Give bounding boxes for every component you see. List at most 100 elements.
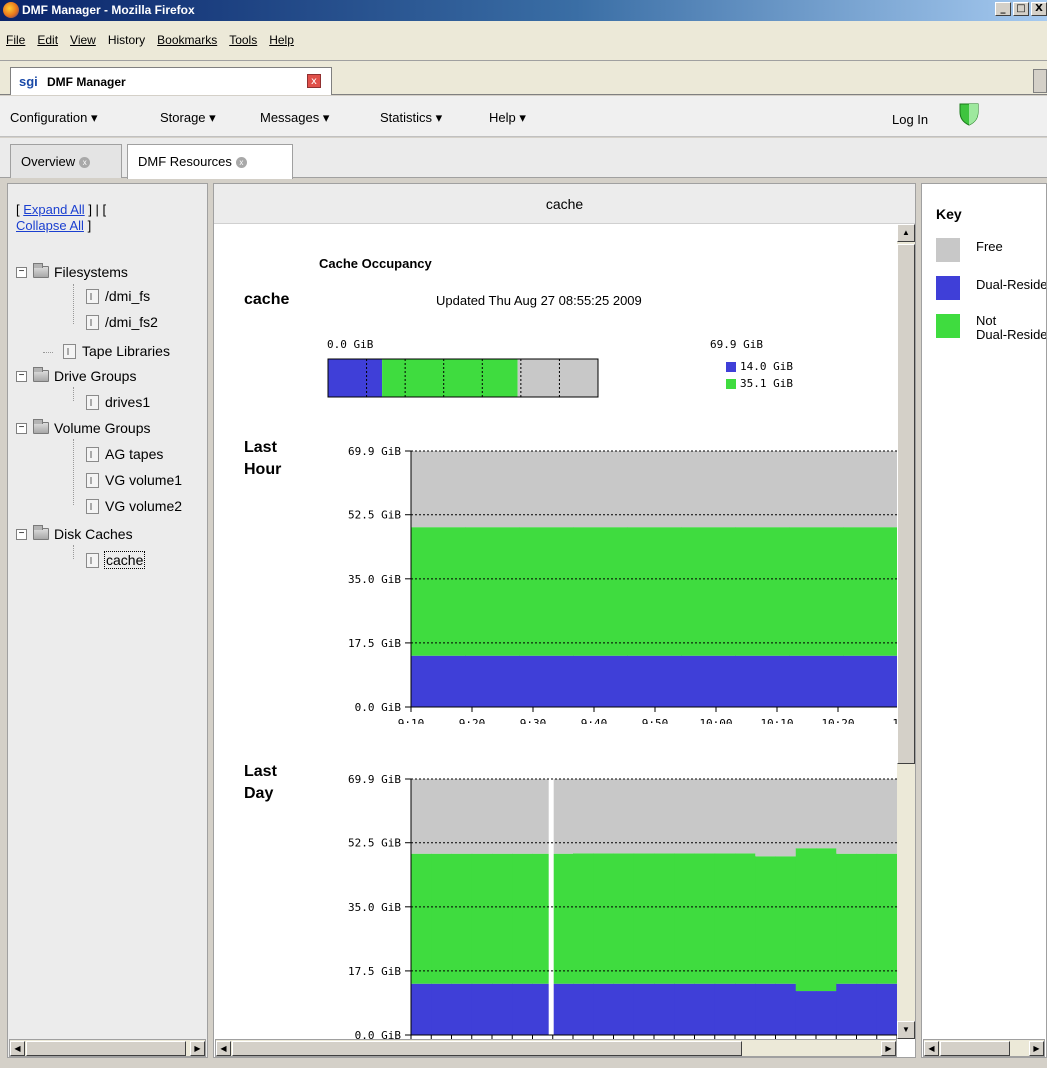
scroll-right-icon[interactable]: ▶ <box>881 1041 896 1056</box>
area-not-dual-resident <box>573 527 628 656</box>
menu-view[interactable]: View <box>70 33 96 47</box>
area-dual-resident <box>552 983 574 1035</box>
tree-item-filesystems[interactable]: − Filesystems <box>16 262 128 282</box>
scroll-right-icon[interactable]: ▶ <box>190 1041 205 1056</box>
expand-all-link[interactable]: Expand All <box>23 202 84 217</box>
folder-icon <box>33 525 49 540</box>
tree-label: VG volume1 <box>105 472 183 488</box>
tab-dmf-resources[interactable]: DMF Resources x <box>127 144 293 179</box>
close-tab-icon[interactable]: x <box>307 74 321 88</box>
window-controls: _ □ X <box>995 2 1047 16</box>
area-not-dual-resident <box>627 527 682 656</box>
area-dual-resident <box>795 991 817 1035</box>
y-tick-label: 0.0 GiB <box>355 1029 402 1039</box>
legend-panel: Key Free Dual-Resident Not Dual-Resident… <box>921 183 1047 1058</box>
occupancy-segment-free <box>517 359 598 397</box>
area-free <box>654 779 675 854</box>
folder-icon <box>33 419 49 434</box>
area-free <box>519 451 574 528</box>
menu-statistics[interactable]: Statistics ▾ <box>380 110 442 126</box>
area-dual-resident <box>431 983 452 1035</box>
tree-item-drive-groups[interactable]: − Drive Groups <box>16 366 136 386</box>
scrollbar-thumb[interactable] <box>897 244 915 764</box>
tree-item-dmi-fs[interactable]: /dmi_fs <box>86 286 150 306</box>
area-not-dual-resident <box>411 853 432 984</box>
area-dual-resident <box>843 655 897 707</box>
close-tab-overview-icon[interactable]: x <box>79 157 91 168</box>
menu-tools[interactable]: Tools <box>229 33 257 47</box>
close-tab-dmf-resources-icon[interactable]: x <box>235 157 247 168</box>
area-free <box>816 779 837 849</box>
browser-menubar: File Edit View History Bookmarks Tools H… <box>0 29 1047 51</box>
area-dual-resident <box>512 983 533 1035</box>
document-icon <box>86 498 99 514</box>
collapse-toggle-icon[interactable]: − <box>16 422 27 434</box>
browser-tab[interactable]: sgi DMF Manager x <box>10 67 332 95</box>
menu-messages[interactable]: Messages ▾ <box>260 110 329 126</box>
tree-item-vg-volume2[interactable]: VG volume2 <box>86 496 182 516</box>
y-tick-label: 35.0 GiB <box>348 901 401 914</box>
area-dual-resident <box>471 983 493 1035</box>
scroll-up-icon[interactable]: ▲ <box>897 224 915 242</box>
key-item-free: Free <box>936 238 1003 262</box>
tree-item-cache[interactable]: cache <box>86 550 146 570</box>
center-vertical-scrollbar[interactable]: ▲ ▼ <box>897 224 915 1039</box>
last-hour-title: Last Hour <box>244 439 282 478</box>
scroll-left-icon[interactable]: ◀ <box>216 1041 231 1056</box>
scrollbar-thumb[interactable] <box>26 1041 186 1056</box>
x-tick-label: 10:20 <box>821 717 854 724</box>
scroll-down-icon[interactable]: ▼ <box>897 1021 915 1039</box>
area-free <box>714 779 736 854</box>
tree-item-dmi-fs2[interactable]: /dmi_fs2 <box>86 312 158 332</box>
tree-item-vg-volume1[interactable]: VG volume1 <box>86 470 182 490</box>
menu-help[interactable]: Help <box>269 33 294 47</box>
tree-item-volume-groups[interactable]: − Volume Groups <box>16 418 151 438</box>
maximize-button[interactable]: □ <box>1013 2 1029 16</box>
area-free <box>775 779 797 857</box>
menu-history[interactable]: History <box>108 33 145 47</box>
area-dual-resident <box>613 983 635 1035</box>
minimize-button[interactable]: _ <box>995 2 1011 16</box>
scroll-left-icon[interactable]: ◀ <box>10 1041 25 1056</box>
collapse-toggle-icon[interactable]: − <box>16 528 27 540</box>
bracket-close: ] <box>87 218 92 233</box>
area-free <box>755 779 776 857</box>
key-title: Key <box>936 206 962 222</box>
area-not-dual-resident <box>714 853 736 984</box>
tree-item-tape-libraries[interactable]: Tape Libraries <box>63 341 170 361</box>
tree-item-ag-tapes[interactable]: AG tapes <box>86 444 163 464</box>
menu-file[interactable]: File <box>6 33 25 47</box>
menu-edit[interactable]: Edit <box>37 33 58 47</box>
tab-overview[interactable]: Overview x <box>10 144 122 178</box>
folder-icon <box>33 367 49 382</box>
x-tick-label: 10:00 <box>699 717 732 724</box>
area-free <box>633 779 655 854</box>
collapse-toggle-icon[interactable]: − <box>16 370 27 382</box>
menu-configuration[interactable]: Configuration ▾ <box>10 110 97 126</box>
scroll-left-icon[interactable]: ◀ <box>924 1041 939 1056</box>
collapse-all-link[interactable]: Collapse All <box>16 218 84 233</box>
document-icon <box>86 314 99 330</box>
tree-item-disk-caches[interactable]: − Disk Caches <box>16 524 133 544</box>
tree-item-drives1[interactable]: drives1 <box>86 392 150 412</box>
close-window-button[interactable]: X <box>1031 2 1047 16</box>
scroll-right-icon[interactable]: ▶ <box>1029 1041 1044 1056</box>
scrollbar-thumb[interactable] <box>232 1041 742 1056</box>
area-dual-resident <box>492 983 513 1035</box>
menu-bookmarks[interactable]: Bookmarks <box>157 33 217 47</box>
login-link[interactable]: Log In <box>892 112 928 127</box>
area-not-dual-resident <box>552 853 574 984</box>
tree-horizontal-scrollbar[interactable]: ◀ ▶ <box>9 1039 206 1057</box>
menu-app-help[interactable]: Help ▾ <box>489 110 526 126</box>
menu-storage[interactable]: Storage ▾ <box>160 110 216 126</box>
area-not-dual-resident <box>654 853 675 984</box>
legend-horizontal-scrollbar[interactable]: ◀ ▶ <box>923 1039 1045 1057</box>
area-not-dual-resident <box>465 527 520 656</box>
center-horizontal-scrollbar[interactable]: ◀ ▶ <box>215 1039 897 1057</box>
document-icon <box>86 552 99 568</box>
scrollbar-thumb[interactable] <box>940 1041 1010 1056</box>
collapse-toggle-icon[interactable]: − <box>16 266 27 278</box>
tab-list-dropdown-button[interactable] <box>1033 69 1047 93</box>
area-free <box>451 779 473 854</box>
area-not-dual-resident <box>694 853 716 984</box>
